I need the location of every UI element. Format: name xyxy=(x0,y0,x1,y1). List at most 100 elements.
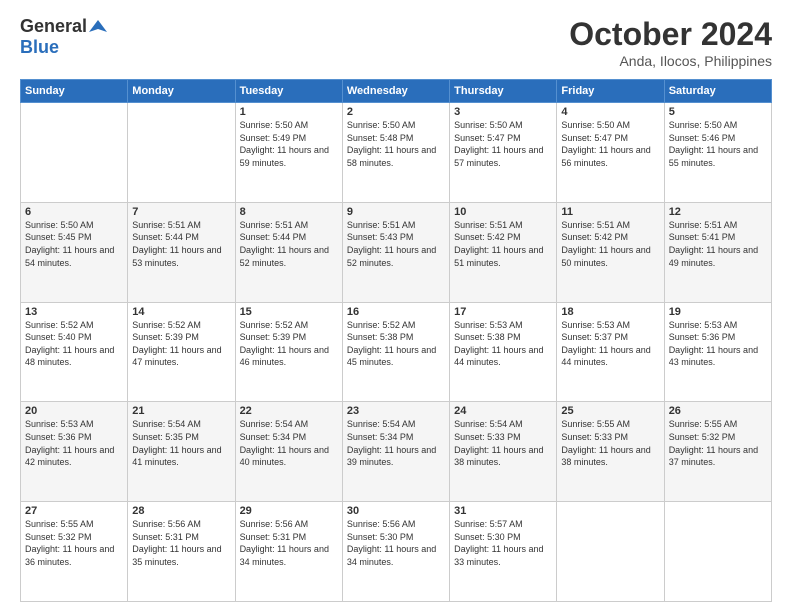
calendar-table: Sunday Monday Tuesday Wednesday Thursday… xyxy=(20,79,772,602)
day-number: 1 xyxy=(240,106,338,118)
table-row: 7Sunrise: 5:51 AM Sunset: 5:44 PM Daylig… xyxy=(128,202,235,302)
day-number: 6 xyxy=(25,206,123,218)
day-info: Sunrise: 5:51 AM Sunset: 5:42 PM Dayligh… xyxy=(561,219,659,269)
calendar-week-5: 27Sunrise: 5:55 AM Sunset: 5:32 PM Dayli… xyxy=(21,502,772,602)
day-number: 15 xyxy=(240,306,338,318)
table-row: 11Sunrise: 5:51 AM Sunset: 5:42 PM Dayli… xyxy=(557,202,664,302)
logo-blue-text: Blue xyxy=(20,37,59,57)
table-row: 10Sunrise: 5:51 AM Sunset: 5:42 PM Dayli… xyxy=(450,202,557,302)
day-info: Sunrise: 5:54 AM Sunset: 5:35 PM Dayligh… xyxy=(132,418,230,468)
header-monday: Monday xyxy=(128,80,235,103)
day-info: Sunrise: 5:56 AM Sunset: 5:30 PM Dayligh… xyxy=(347,518,445,568)
day-number: 21 xyxy=(132,405,230,417)
day-info: Sunrise: 5:53 AM Sunset: 5:37 PM Dayligh… xyxy=(561,319,659,369)
day-number: 17 xyxy=(454,306,552,318)
calendar-header-row: Sunday Monday Tuesday Wednesday Thursday… xyxy=(21,80,772,103)
day-number: 4 xyxy=(561,106,659,118)
table-row: 2Sunrise: 5:50 AM Sunset: 5:48 PM Daylig… xyxy=(342,103,449,203)
day-number: 10 xyxy=(454,206,552,218)
header-friday: Friday xyxy=(557,80,664,103)
day-info: Sunrise: 5:50 AM Sunset: 5:45 PM Dayligh… xyxy=(25,219,123,269)
logo: General Blue xyxy=(20,16,107,58)
day-number: 9 xyxy=(347,206,445,218)
table-row: 28Sunrise: 5:56 AM Sunset: 5:31 PM Dayli… xyxy=(128,502,235,602)
table-row: 27Sunrise: 5:55 AM Sunset: 5:32 PM Dayli… xyxy=(21,502,128,602)
day-number: 8 xyxy=(240,206,338,218)
page-title: October 2024 xyxy=(569,16,772,53)
day-info: Sunrise: 5:55 AM Sunset: 5:33 PM Dayligh… xyxy=(561,418,659,468)
logo-bird-icon xyxy=(89,18,107,36)
day-info: Sunrise: 5:50 AM Sunset: 5:47 PM Dayligh… xyxy=(561,119,659,169)
table-row: 20Sunrise: 5:53 AM Sunset: 5:36 PM Dayli… xyxy=(21,402,128,502)
calendar-week-4: 20Sunrise: 5:53 AM Sunset: 5:36 PM Dayli… xyxy=(21,402,772,502)
day-info: Sunrise: 5:51 AM Sunset: 5:44 PM Dayligh… xyxy=(132,219,230,269)
calendar-week-3: 13Sunrise: 5:52 AM Sunset: 5:40 PM Dayli… xyxy=(21,302,772,402)
table-row xyxy=(128,103,235,203)
day-info: Sunrise: 5:56 AM Sunset: 5:31 PM Dayligh… xyxy=(132,518,230,568)
day-number: 22 xyxy=(240,405,338,417)
day-info: Sunrise: 5:53 AM Sunset: 5:38 PM Dayligh… xyxy=(454,319,552,369)
day-info: Sunrise: 5:53 AM Sunset: 5:36 PM Dayligh… xyxy=(25,418,123,468)
title-block: October 2024 Anda, Ilocos, Philippines xyxy=(569,16,772,69)
day-info: Sunrise: 5:50 AM Sunset: 5:48 PM Dayligh… xyxy=(347,119,445,169)
table-row: 13Sunrise: 5:52 AM Sunset: 5:40 PM Dayli… xyxy=(21,302,128,402)
table-row xyxy=(664,502,771,602)
table-row: 18Sunrise: 5:53 AM Sunset: 5:37 PM Dayli… xyxy=(557,302,664,402)
day-info: Sunrise: 5:52 AM Sunset: 5:39 PM Dayligh… xyxy=(132,319,230,369)
calendar-week-2: 6Sunrise: 5:50 AM Sunset: 5:45 PM Daylig… xyxy=(21,202,772,302)
table-row: 9Sunrise: 5:51 AM Sunset: 5:43 PM Daylig… xyxy=(342,202,449,302)
day-number: 14 xyxy=(132,306,230,318)
day-info: Sunrise: 5:54 AM Sunset: 5:34 PM Dayligh… xyxy=(347,418,445,468)
day-number: 28 xyxy=(132,505,230,517)
day-number: 19 xyxy=(669,306,767,318)
logo-general-text: General xyxy=(20,16,87,37)
day-number: 3 xyxy=(454,106,552,118)
page: General Blue October 2024 Anda, Ilocos, … xyxy=(0,0,792,612)
table-row: 26Sunrise: 5:55 AM Sunset: 5:32 PM Dayli… xyxy=(664,402,771,502)
table-row: 21Sunrise: 5:54 AM Sunset: 5:35 PM Dayli… xyxy=(128,402,235,502)
table-row: 4Sunrise: 5:50 AM Sunset: 5:47 PM Daylig… xyxy=(557,103,664,203)
day-info: Sunrise: 5:51 AM Sunset: 5:42 PM Dayligh… xyxy=(454,219,552,269)
day-info: Sunrise: 5:54 AM Sunset: 5:33 PM Dayligh… xyxy=(454,418,552,468)
day-number: 16 xyxy=(347,306,445,318)
table-row: 25Sunrise: 5:55 AM Sunset: 5:33 PM Dayli… xyxy=(557,402,664,502)
table-row: 3Sunrise: 5:50 AM Sunset: 5:47 PM Daylig… xyxy=(450,103,557,203)
day-info: Sunrise: 5:52 AM Sunset: 5:40 PM Dayligh… xyxy=(25,319,123,369)
day-number: 25 xyxy=(561,405,659,417)
table-row: 22Sunrise: 5:54 AM Sunset: 5:34 PM Dayli… xyxy=(235,402,342,502)
table-row xyxy=(557,502,664,602)
day-info: Sunrise: 5:55 AM Sunset: 5:32 PM Dayligh… xyxy=(669,418,767,468)
header-thursday: Thursday xyxy=(450,80,557,103)
table-row: 31Sunrise: 5:57 AM Sunset: 5:30 PM Dayli… xyxy=(450,502,557,602)
day-info: Sunrise: 5:50 AM Sunset: 5:49 PM Dayligh… xyxy=(240,119,338,169)
table-row: 15Sunrise: 5:52 AM Sunset: 5:39 PM Dayli… xyxy=(235,302,342,402)
header-sunday: Sunday xyxy=(21,80,128,103)
day-number: 7 xyxy=(132,206,230,218)
header-wednesday: Wednesday xyxy=(342,80,449,103)
day-number: 18 xyxy=(561,306,659,318)
table-row xyxy=(21,103,128,203)
header-tuesday: Tuesday xyxy=(235,80,342,103)
day-number: 2 xyxy=(347,106,445,118)
day-number: 26 xyxy=(669,405,767,417)
day-info: Sunrise: 5:57 AM Sunset: 5:30 PM Dayligh… xyxy=(454,518,552,568)
page-subtitle: Anda, Ilocos, Philippines xyxy=(569,53,772,69)
day-number: 5 xyxy=(669,106,767,118)
header: General Blue October 2024 Anda, Ilocos, … xyxy=(20,16,772,69)
day-info: Sunrise: 5:51 AM Sunset: 5:43 PM Dayligh… xyxy=(347,219,445,269)
table-row: 23Sunrise: 5:54 AM Sunset: 5:34 PM Dayli… xyxy=(342,402,449,502)
table-row: 16Sunrise: 5:52 AM Sunset: 5:38 PM Dayli… xyxy=(342,302,449,402)
day-number: 12 xyxy=(669,206,767,218)
day-info: Sunrise: 5:53 AM Sunset: 5:36 PM Dayligh… xyxy=(669,319,767,369)
day-info: Sunrise: 5:50 AM Sunset: 5:46 PM Dayligh… xyxy=(669,119,767,169)
day-number: 20 xyxy=(25,405,123,417)
table-row: 29Sunrise: 5:56 AM Sunset: 5:31 PM Dayli… xyxy=(235,502,342,602)
table-row: 5Sunrise: 5:50 AM Sunset: 5:46 PM Daylig… xyxy=(664,103,771,203)
table-row: 6Sunrise: 5:50 AM Sunset: 5:45 PM Daylig… xyxy=(21,202,128,302)
day-info: Sunrise: 5:52 AM Sunset: 5:38 PM Dayligh… xyxy=(347,319,445,369)
table-row: 24Sunrise: 5:54 AM Sunset: 5:33 PM Dayli… xyxy=(450,402,557,502)
table-row: 1Sunrise: 5:50 AM Sunset: 5:49 PM Daylig… xyxy=(235,103,342,203)
header-saturday: Saturday xyxy=(664,80,771,103)
day-info: Sunrise: 5:51 AM Sunset: 5:44 PM Dayligh… xyxy=(240,219,338,269)
day-info: Sunrise: 5:50 AM Sunset: 5:47 PM Dayligh… xyxy=(454,119,552,169)
